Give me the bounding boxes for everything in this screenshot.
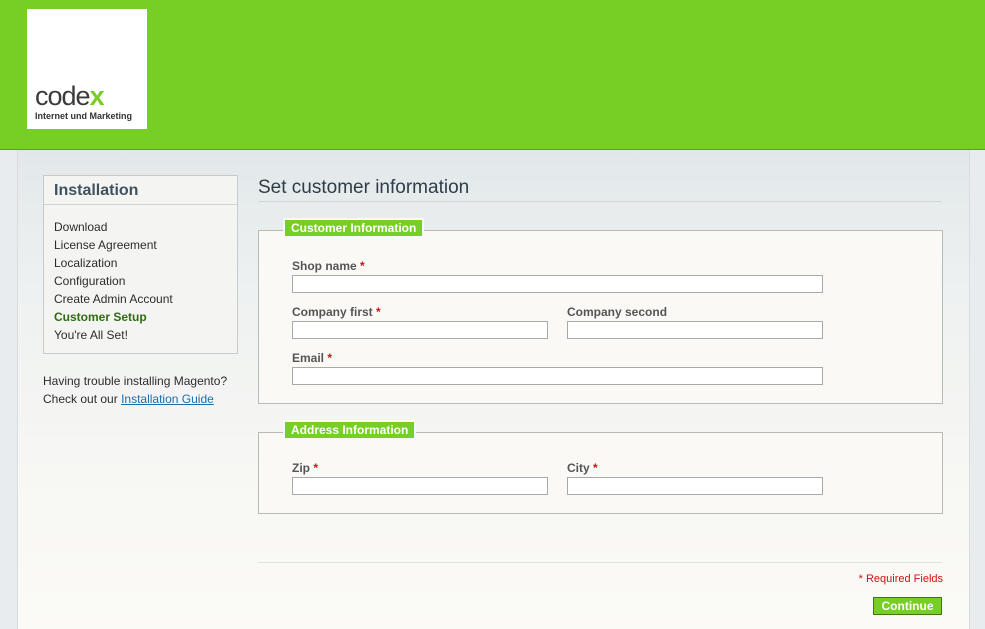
sidebar-title: Installation xyxy=(54,182,139,199)
address-information-fieldset: Address Information Zip * City * xyxy=(258,422,943,514)
required-marker: * xyxy=(593,461,598,475)
email-label: Email * xyxy=(292,351,333,365)
step-localization: Localization xyxy=(54,256,118,270)
required-marker: * xyxy=(313,461,319,475)
main-content: Installation Download License Agreement … xyxy=(17,150,970,629)
help-line-1: Having trouble installing Magento? xyxy=(43,374,228,388)
city-label: City * xyxy=(567,461,598,475)
company-first-input[interactable] xyxy=(292,321,548,339)
required-marker: * xyxy=(376,305,381,319)
logo-subtitle: Internet und Marketing xyxy=(35,111,133,121)
required-marker: * xyxy=(327,351,333,365)
zip-label: Zip * xyxy=(292,461,319,475)
customer-information-legend: Customer Information xyxy=(285,220,423,236)
continue-button[interactable]: Continue xyxy=(873,597,942,615)
page-title: Set customer information xyxy=(258,177,470,198)
title-divider xyxy=(258,201,942,202)
shop-name-input[interactable] xyxy=(292,275,823,293)
help-line-2: Check out our Installation Guide xyxy=(43,392,214,406)
step-license-agreement: License Agreement xyxy=(54,238,157,252)
header-bar: codex Internet und Marketing xyxy=(0,0,985,150)
customer-information-fieldset: Customer Information Shop name * Company… xyxy=(258,220,943,404)
address-information-legend: Address Information xyxy=(285,422,415,438)
step-customer-setup: Customer Setup xyxy=(54,310,147,324)
help-text: Having trouble installing Magento? Check… xyxy=(43,372,227,408)
email-input[interactable] xyxy=(292,367,823,385)
step-configuration: Configuration xyxy=(54,274,126,288)
step-all-set: You're All Set! xyxy=(54,328,128,342)
logo-wordmark: codex xyxy=(35,81,105,111)
city-input[interactable] xyxy=(567,477,823,495)
step-download: Download xyxy=(54,220,108,234)
sidebar-divider xyxy=(44,204,237,205)
company-second-input[interactable] xyxy=(567,321,823,339)
form-footer-divider xyxy=(258,562,942,563)
installation-guide-link[interactable]: Installation Guide xyxy=(121,392,214,406)
shop-name-label: Shop name * xyxy=(292,259,365,273)
step-create-admin-account: Create Admin Account xyxy=(54,292,173,306)
company-second-label: Company second xyxy=(567,305,668,319)
codex-logo[interactable]: codex Internet und Marketing xyxy=(27,9,147,129)
required-fields-note: * Required Fields xyxy=(858,573,943,585)
steps-list: Download License Agreement Localization … xyxy=(54,218,173,344)
company-first-label: Company first * xyxy=(292,305,381,319)
required-marker: * xyxy=(360,259,365,273)
installation-steps-panel: Installation Download License Agreement … xyxy=(43,175,238,354)
zip-input[interactable] xyxy=(292,477,548,495)
